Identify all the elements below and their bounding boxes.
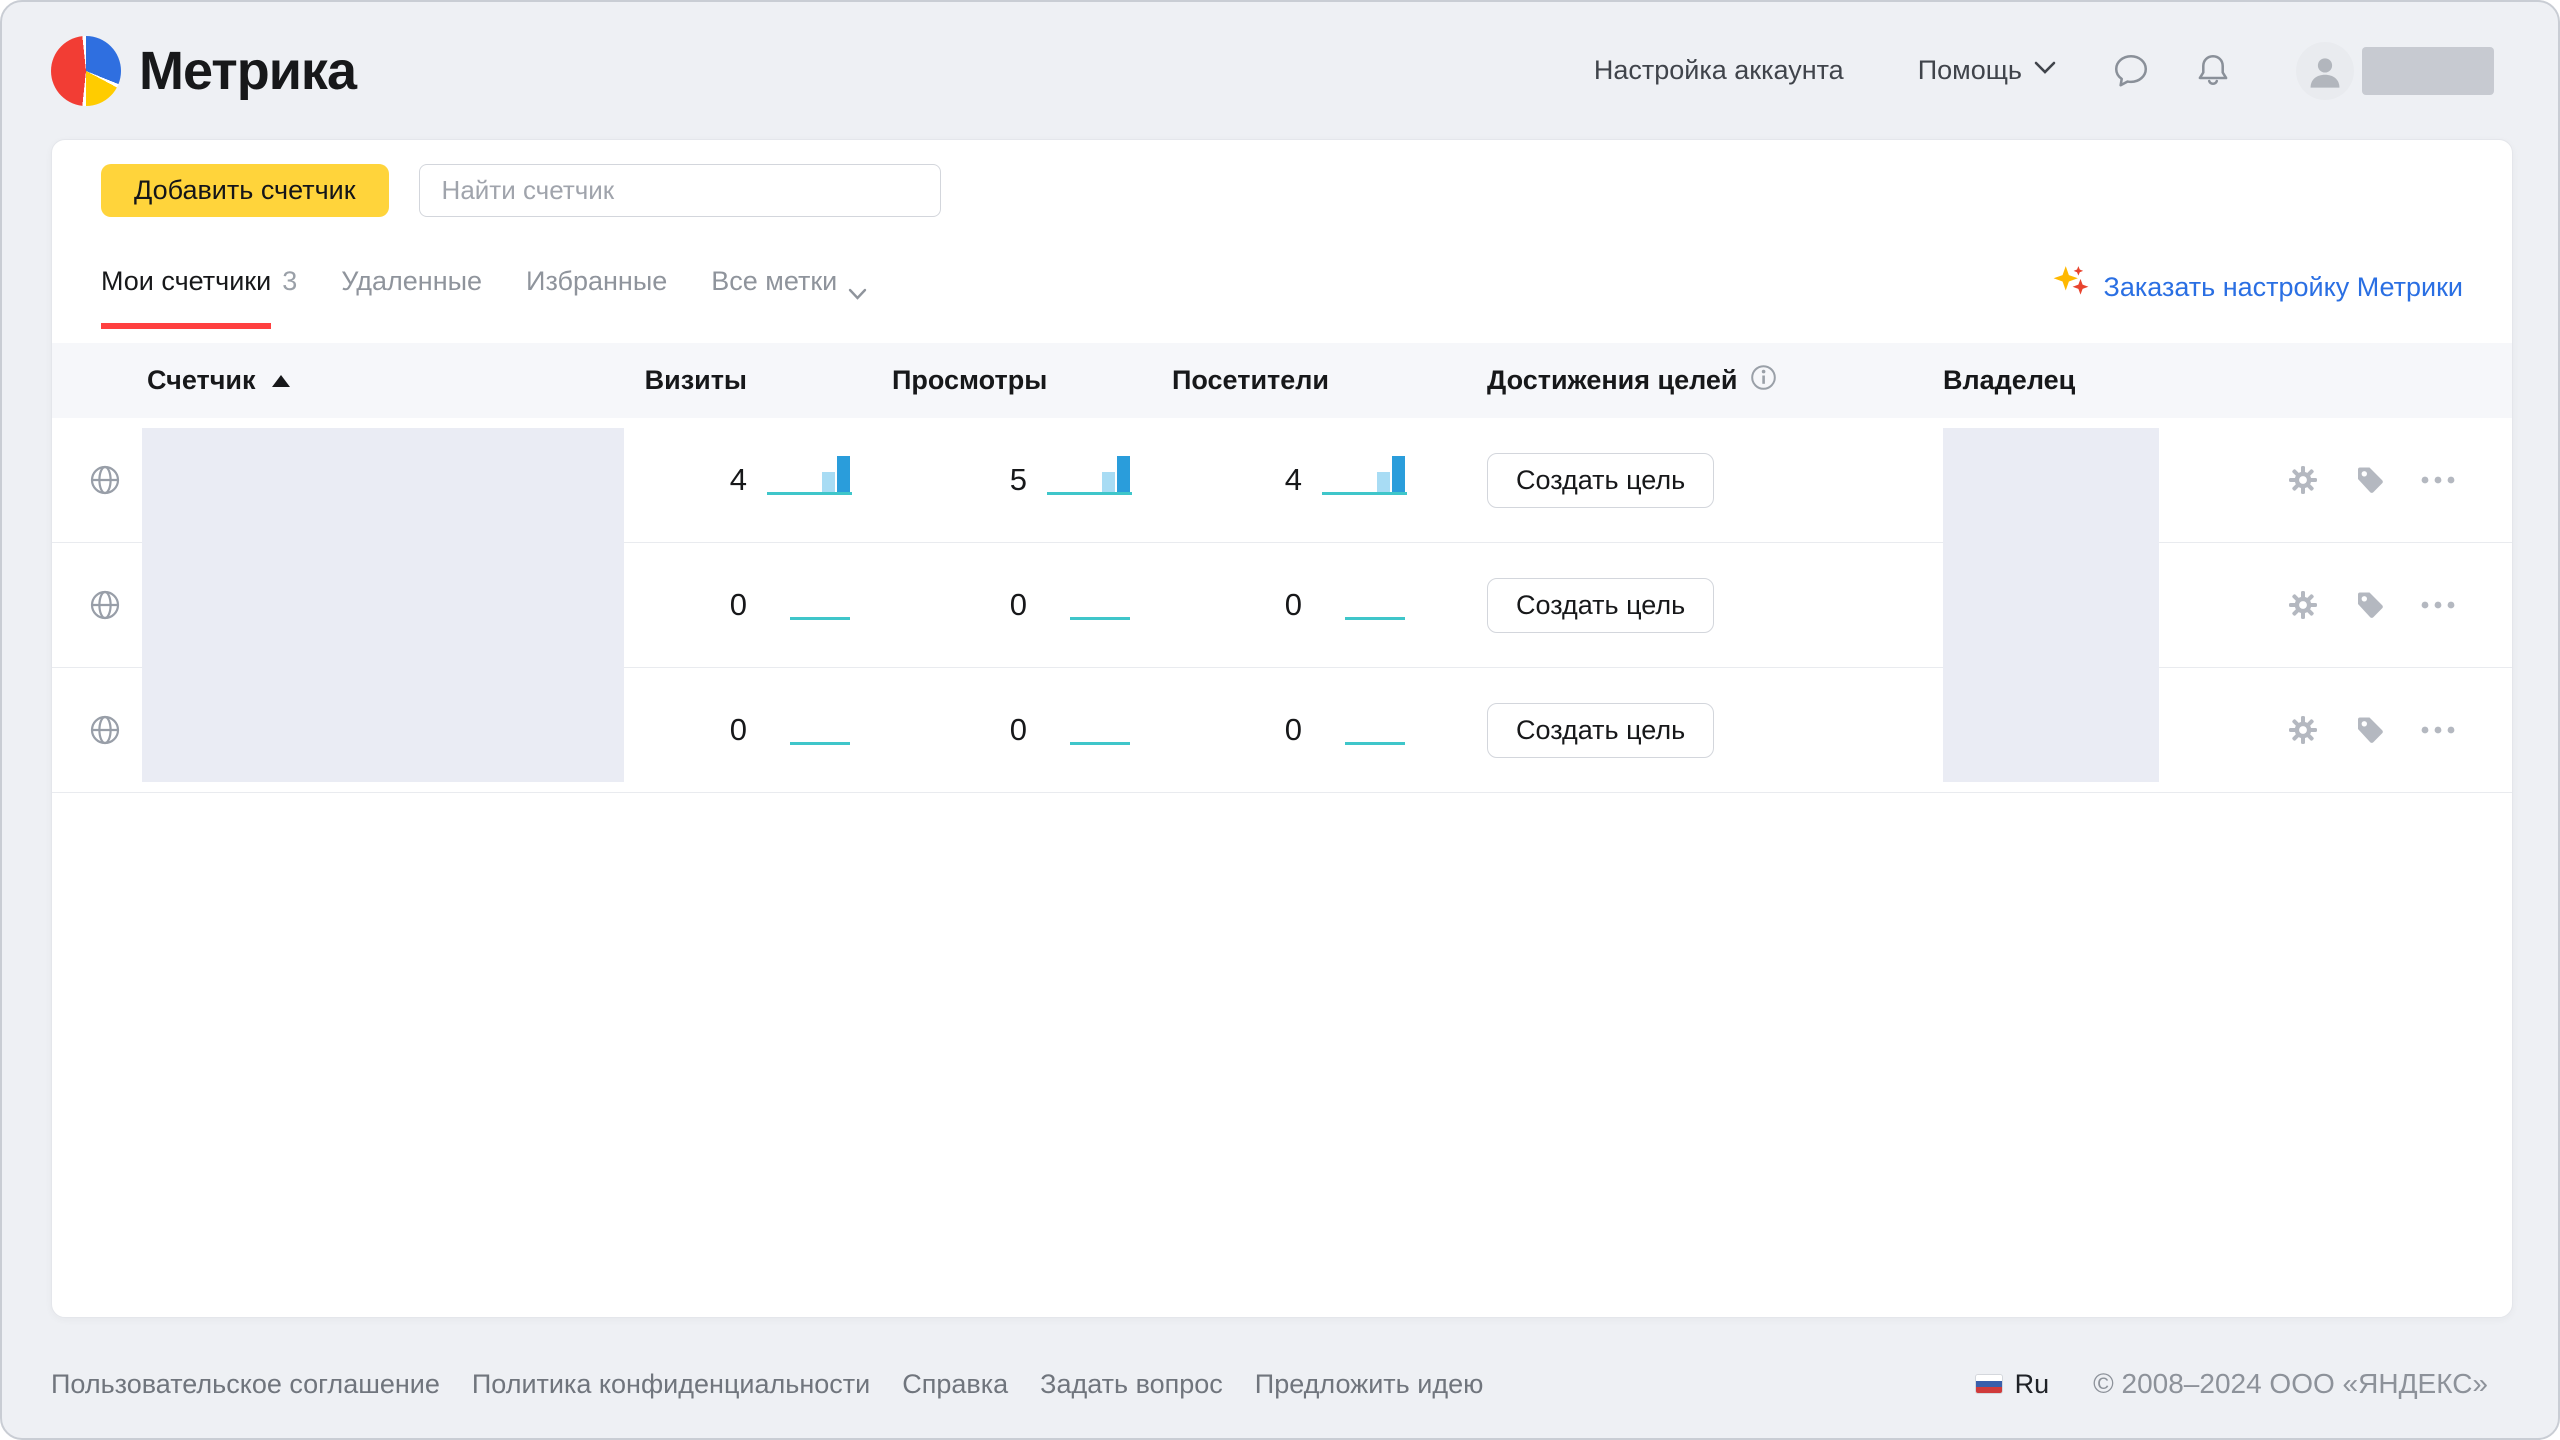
- visits-sparkline: [747, 457, 892, 503]
- counters-card: Добавить счетчик Мои счетчики 3 Удаленны…: [51, 139, 2513, 1318]
- table-body: 4 5 4 Создать цель: [52, 418, 2512, 793]
- info-icon[interactable]: [1750, 364, 1777, 398]
- chat-icon[interactable]: [2112, 52, 2150, 90]
- column-label: Счетчик: [147, 365, 256, 396]
- globe-icon: [52, 713, 142, 747]
- bell-icon[interactable]: [2194, 52, 2232, 90]
- tab-deleted[interactable]: Удаленные: [341, 263, 482, 329]
- more-icon[interactable]: [2420, 600, 2456, 610]
- globe-icon: [52, 588, 142, 622]
- order-setup-label: Заказать настройку Метрики: [2104, 269, 2463, 305]
- tab-all-labels[interactable]: Все метки: [711, 263, 867, 329]
- visitors-sparkline: [1302, 457, 1447, 503]
- views-sparkline: [1027, 457, 1172, 503]
- views-sparkline: [1027, 582, 1172, 628]
- more-icon[interactable]: [2420, 725, 2456, 735]
- tag-icon[interactable]: [2354, 464, 2386, 496]
- sort-asc-icon: [272, 375, 290, 387]
- views-sparkline: [1027, 707, 1172, 753]
- column-label: Достижения целей: [1487, 365, 1738, 396]
- metrika-counters-page: Метрика Настройка аккаунта Помощь: [0, 0, 2560, 1440]
- visitors-value: 4: [1172, 462, 1302, 498]
- tabs-row: Мои счетчики 3 Удаленные Избранные Все м…: [52, 263, 2512, 329]
- visitors-value: 0: [1172, 712, 1302, 748]
- counters-table: Счетчик Визиты Просмотры Посетители Дост…: [52, 343, 2512, 793]
- footer-link-user-agreement[interactable]: Пользовательское соглашение: [51, 1369, 440, 1400]
- page-footer: Пользовательское соглашение Политика кон…: [51, 1354, 2488, 1414]
- visits-sparkline: [747, 582, 892, 628]
- tag-icon[interactable]: [2354, 714, 2386, 746]
- column-header-views[interactable]: Просмотры: [892, 365, 1027, 396]
- gear-icon[interactable]: [2286, 463, 2320, 497]
- visits-value: 0: [642, 712, 747, 748]
- counters-toolbar: Добавить счетчик: [52, 140, 2512, 217]
- more-icon[interactable]: [2420, 475, 2456, 485]
- counter-names-redacted: [142, 428, 624, 782]
- account-settings-link[interactable]: Настройка аккаунта: [1594, 55, 1844, 86]
- gear-icon[interactable]: [2286, 588, 2320, 622]
- tab-label: Избранные: [526, 263, 667, 329]
- help-menu[interactable]: Помощь: [1918, 55, 2056, 86]
- tab-my-counters[interactable]: Мои счетчики 3: [101, 263, 297, 329]
- tab-favorites[interactable]: Избранные: [526, 263, 667, 329]
- gear-icon[interactable]: [2286, 713, 2320, 747]
- footer-link-ask-question[interactable]: Задать вопрос: [1040, 1369, 1223, 1400]
- metrika-logo-icon: [51, 36, 121, 106]
- logo-text: Метрика: [139, 40, 356, 102]
- footer-right: Ru © 2008–2024 ООО «ЯНДЕКС»: [1975, 1368, 2488, 1400]
- visits-sparkline: [747, 707, 892, 753]
- create-goal-button[interactable]: Создать цель: [1487, 703, 1714, 758]
- tag-icon[interactable]: [2354, 589, 2386, 621]
- top-header: Метрика Настройка аккаунта Помощь: [2, 2, 2558, 139]
- visits-value: 0: [642, 587, 747, 623]
- visitors-value: 0: [1172, 587, 1302, 623]
- views-value: 0: [892, 587, 1027, 623]
- visitors-sparkline: [1302, 582, 1447, 628]
- metrika-logo[interactable]: Метрика: [51, 36, 356, 106]
- tab-count-badge: 3: [282, 263, 297, 329]
- flag-ru-icon: [1975, 1374, 2003, 1394]
- tabs: Мои счетчики 3 Удаленные Избранные Все м…: [101, 263, 911, 329]
- header-actions: Настройка аккаунта Помощь: [1594, 42, 2494, 100]
- footer-link-suggest-idea[interactable]: Предложить идею: [1255, 1369, 1484, 1400]
- column-header-visitors[interactable]: Посетители: [1172, 365, 1302, 396]
- tab-label: Все метки: [711, 263, 837, 329]
- visits-value: 4: [642, 462, 747, 498]
- search-counter-input[interactable]: [419, 164, 941, 217]
- footer-links: Пользовательское соглашение Политика кон…: [51, 1369, 1483, 1400]
- language-selector[interactable]: Ru: [2015, 1369, 2050, 1400]
- views-value: 5: [892, 462, 1027, 498]
- owners-redacted: [1943, 428, 2159, 782]
- views-value: 0: [892, 712, 1027, 748]
- add-counter-button[interactable]: Добавить счетчик: [101, 164, 389, 217]
- help-label: Помощь: [1918, 55, 2022, 86]
- create-goal-button[interactable]: Создать цель: [1487, 578, 1714, 633]
- avatar[interactable]: [2296, 42, 2354, 100]
- tab-label: Мои счетчики: [101, 263, 271, 329]
- visitors-sparkline: [1302, 707, 1447, 753]
- chevron-down-icon: [848, 273, 867, 329]
- order-metrika-setup-link[interactable]: Заказать настройку Метрики: [2052, 263, 2463, 310]
- column-header-owner[interactable]: Владелец: [1907, 365, 2167, 396]
- column-header-goals[interactable]: Достижения целей: [1447, 364, 1907, 398]
- table-header: Счетчик Визиты Просмотры Посетители Дост…: [52, 343, 2512, 418]
- column-header-counter[interactable]: Счетчик: [52, 365, 642, 396]
- sparkle-icon: [2052, 263, 2090, 310]
- tab-label: Удаленные: [341, 263, 482, 329]
- chevron-down-icon: [2034, 61, 2056, 80]
- create-goal-button[interactable]: Создать цель: [1487, 453, 1714, 508]
- column-header-visits[interactable]: Визиты: [642, 365, 747, 396]
- footer-link-help[interactable]: Справка: [902, 1369, 1008, 1400]
- globe-icon: [52, 463, 142, 497]
- footer-link-privacy-policy[interactable]: Политика конфиденциальности: [472, 1369, 870, 1400]
- copyright-text: © 2008–2024 ООО «ЯНДЕКС»: [2093, 1368, 2488, 1400]
- username-redacted[interactable]: [2362, 47, 2494, 95]
